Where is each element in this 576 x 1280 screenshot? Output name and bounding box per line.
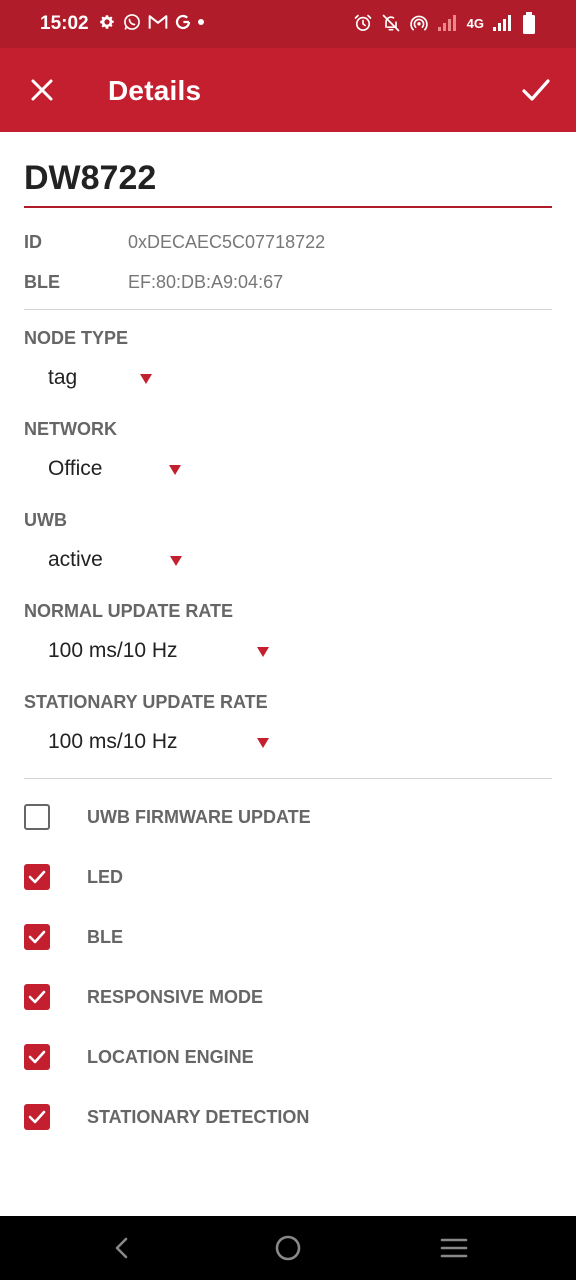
network-label: NETWORK xyxy=(24,419,117,439)
checkbox-label: UWB FIRMWARE UPDATE xyxy=(87,806,311,827)
app-bar: Details xyxy=(0,48,576,132)
checkbox-checked-icon xyxy=(24,984,50,1010)
bell-off-icon xyxy=(382,14,399,32)
alarm-icon xyxy=(354,14,371,31)
status-time: 15:02 xyxy=(40,13,89,34)
responsive-mode-checkbox[interactable]: RESPONSIVE MODE xyxy=(24,977,263,1017)
stationary-detection-checkbox[interactable]: STATIONARY DETECTION xyxy=(24,1097,309,1137)
uwb-firmware-update-checkbox[interactable]: UWB FIRMWARE UPDATE xyxy=(24,797,311,837)
close-button[interactable] xyxy=(22,70,62,110)
page-title: Details xyxy=(108,75,202,106)
id-value: 0xDECAEC5C07718722 xyxy=(128,232,326,252)
stationary-update-rate-label: STATIONARY UPDATE RATE xyxy=(24,692,268,712)
close-icon xyxy=(31,79,53,101)
gmail-icon xyxy=(148,15,168,29)
device-name-input[interactable] xyxy=(24,150,552,208)
ble-checkbox[interactable]: BLE xyxy=(24,917,123,957)
normal-update-rate-value: 100 ms/10 Hz xyxy=(48,639,178,662)
dropdown-arrow-icon xyxy=(257,738,269,748)
uwb-value: active xyxy=(48,548,103,571)
check-icon xyxy=(522,79,550,101)
network-type-label: 4G xyxy=(466,15,484,31)
checkbox-checked-icon xyxy=(24,1104,50,1130)
node-type-dropdown[interactable]: tag xyxy=(48,366,158,390)
uwb-label: UWB xyxy=(24,510,67,530)
uwb-dropdown[interactable]: active xyxy=(48,548,188,572)
navigation-bar xyxy=(0,1216,576,1280)
network-dropdown[interactable]: Office xyxy=(48,457,188,481)
dot-icon xyxy=(198,19,204,25)
gear-icon xyxy=(100,15,114,29)
location-engine-checkbox[interactable]: LOCATION ENGINE xyxy=(24,1037,254,1077)
checkbox-label: STATIONARY DETECTION xyxy=(87,1106,310,1127)
divider xyxy=(24,309,552,310)
led-checkbox[interactable]: LED xyxy=(24,857,123,897)
dropdown-arrow-icon xyxy=(169,465,181,475)
status-bar: 15:02 4G xyxy=(0,0,576,48)
node-type-value: tag xyxy=(48,366,78,389)
hotspot-icon xyxy=(409,15,428,31)
menu-button[interactable] xyxy=(438,1232,470,1264)
confirm-button[interactable] xyxy=(514,70,558,110)
status-left-icons xyxy=(98,12,204,32)
status-right-icons: 4G xyxy=(353,12,536,34)
id-label: ID xyxy=(24,232,42,252)
checkbox-label: RESPONSIVE MODE xyxy=(87,986,264,1007)
checkbox-checked-icon xyxy=(24,864,50,890)
battery-icon xyxy=(523,12,535,34)
dropdown-arrow-icon xyxy=(170,556,182,566)
whatsapp-icon xyxy=(124,14,140,30)
ble-value: EF:80:DB:A9:04:67 xyxy=(128,272,284,292)
stationary-update-rate-value: 100 ms/10 Hz xyxy=(48,730,178,753)
node-type-label: NODE TYPE xyxy=(24,328,129,348)
checkbox-checked-icon xyxy=(24,924,50,950)
dropdown-arrow-icon xyxy=(257,647,269,657)
stationary-update-rate-dropdown[interactable]: 100 ms/10 Hz xyxy=(48,730,278,754)
home-icon xyxy=(275,1235,301,1261)
ble-address-row: BLE EF:80:DB:A9:04:67 xyxy=(24,272,283,293)
network-value: Office xyxy=(48,457,103,480)
checkbox-label: LED xyxy=(87,866,123,887)
back-icon xyxy=(115,1237,128,1259)
divider xyxy=(24,778,552,779)
checkbox-label: LOCATION ENGINE xyxy=(87,1046,254,1067)
normal-update-rate-label: NORMAL UPDATE RATE xyxy=(24,601,233,621)
home-button[interactable] xyxy=(272,1232,304,1264)
ble-label: BLE xyxy=(24,272,60,292)
normal-update-rate-dropdown[interactable]: 100 ms/10 Hz xyxy=(48,639,278,663)
signal-icon xyxy=(437,15,456,31)
back-button[interactable] xyxy=(106,1232,138,1264)
google-icon xyxy=(175,14,191,30)
signal-icon xyxy=(493,15,511,31)
checkbox-unchecked-icon xyxy=(24,804,50,830)
id-row: ID 0xDECAEC5C07718722 xyxy=(24,232,325,253)
menu-icon xyxy=(440,1238,468,1258)
checkbox-label: BLE xyxy=(87,926,123,947)
dropdown-arrow-icon xyxy=(140,374,152,384)
checkbox-checked-icon xyxy=(24,1044,50,1070)
